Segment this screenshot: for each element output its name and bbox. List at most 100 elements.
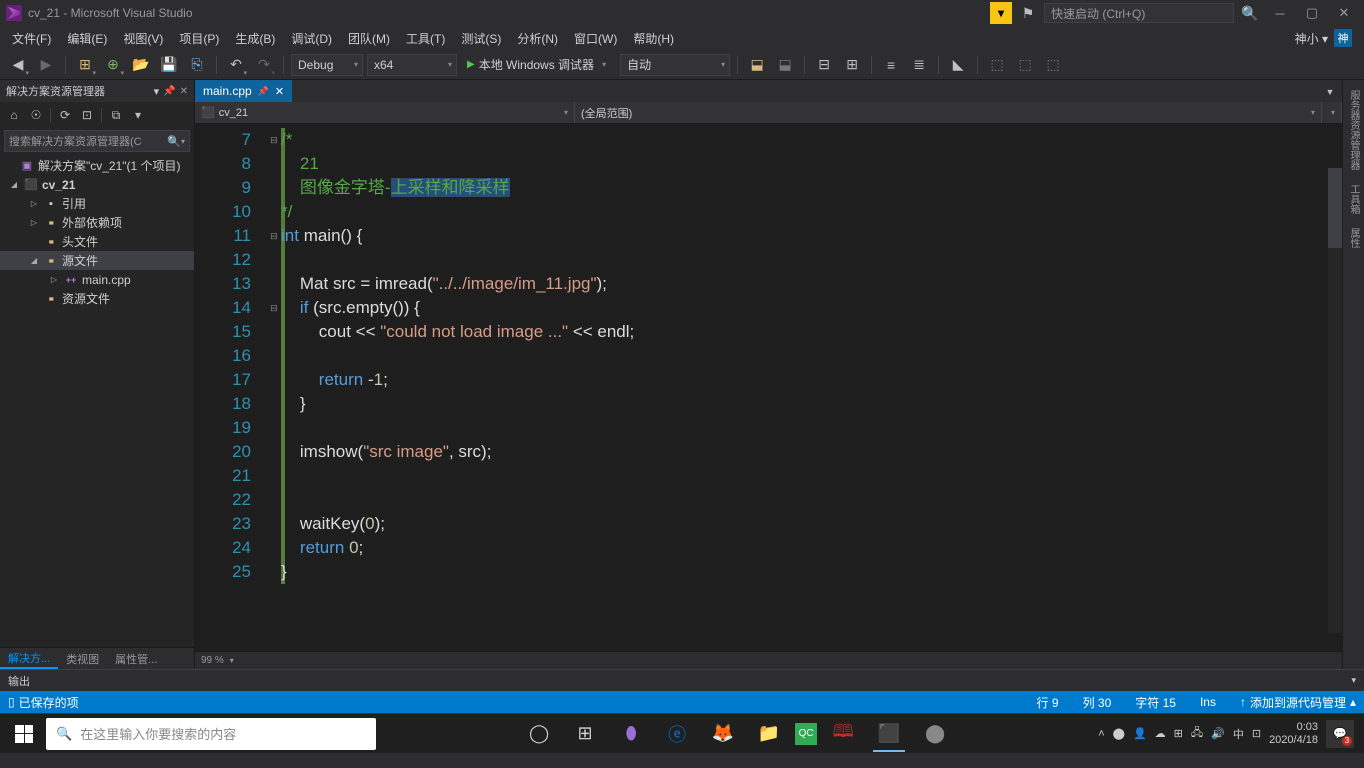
firefox-icon[interactable]: 🦊 (703, 716, 743, 752)
platform-select[interactable]: x64 (367, 54, 457, 76)
menu-调试(D)[interactable]: 调试(D) (283, 30, 340, 48)
start-button[interactable] (4, 716, 44, 752)
tray-icon-4[interactable]: ⊞ (1174, 727, 1183, 740)
open-file-button[interactable]: 📂 (129, 53, 153, 77)
nav-scope-select[interactable]: ⬛cv_21 (195, 102, 575, 123)
edge-icon[interactable]: ⓔ (657, 716, 697, 752)
tree-project[interactable]: ◢⬛cv_21 (0, 175, 194, 194)
tab-close-icon[interactable]: ✕ (275, 85, 284, 98)
system-tray[interactable]: ˄ ⬤ 👤 ☁ ⊞ 🖧 🔊 中 ⊡ 0:032020/4/18 💬 (1098, 720, 1360, 748)
tb-icon-6[interactable]: ≣ (907, 53, 931, 77)
tray-icon-2[interactable]: 👤 (1133, 727, 1147, 740)
tray-ime[interactable]: 中 (1233, 726, 1244, 742)
menu-工具(T)[interactable]: 工具(T) (398, 30, 453, 48)
tree-sources[interactable]: ◢源文件 (0, 251, 194, 270)
zoom-select[interactable]: 99 % (201, 655, 224, 666)
cortana-icon[interactable]: ◯ (519, 716, 559, 752)
tray-network-icon[interactable]: 🖧 (1191, 724, 1203, 743)
pt-icon-4[interactable]: ⊡ (77, 105, 97, 125)
pt-icon-5[interactable]: ⧉ (106, 105, 126, 125)
nav-forward-button[interactable]: ▶ (34, 53, 58, 77)
panel-tab-class[interactable]: 类视图 (58, 648, 107, 669)
app-icon-2[interactable]: 🕮 (823, 716, 863, 752)
save-all-button[interactable]: ⎘ (185, 53, 209, 77)
restore-button[interactable]: ▢ (1298, 2, 1326, 24)
flag-icon[interactable]: ⚑ (1016, 1, 1040, 25)
new-project-button[interactable]: ⊞ (73, 53, 97, 77)
tb-icon-1[interactable]: ⬓ (745, 53, 769, 77)
tb-icon-7[interactable]: ⬚ (985, 53, 1009, 77)
user-badge[interactable]: 神 (1334, 29, 1352, 47)
nav-member-select[interactable]: (全局范围) (575, 102, 1322, 123)
obs-icon[interactable]: ⬤ (915, 716, 955, 752)
status-scm[interactable]: ↑ 添加到源代码管理 ▴ (1240, 694, 1356, 711)
solution-tree[interactable]: ▣解决方案"cv_21"(1 个项目) ◢⬛cv_21 ▷▪引用 ▷外部依赖项 … (0, 154, 194, 647)
fold-strip[interactable]: ⊟⊟⊟ (267, 124, 281, 651)
tb-icon-8[interactable]: ⬚ (1013, 53, 1037, 77)
nav-split-button[interactable] (1322, 102, 1342, 123)
panel-tab-props[interactable]: 属性管... (107, 648, 165, 669)
vtab-toolbox[interactable]: 工具箱 (1344, 178, 1363, 220)
tabs-dropdown-icon[interactable]: ▼ (1318, 80, 1342, 104)
tb-icon-3[interactable]: ⊟ (812, 53, 836, 77)
visualstudio-icon[interactable]: ⬛ (869, 716, 909, 752)
quick-launch-input[interactable]: 快速启动 (Ctrl+Q) (1044, 3, 1234, 23)
code-editor[interactable]: 78910111213141516171819202122232425 ⊟⊟⊟ … (195, 124, 1342, 651)
menu-帮助(H)[interactable]: 帮助(H) (625, 30, 682, 48)
tb-icon-4[interactable]: ⊞ (840, 53, 864, 77)
tb-icon-9[interactable]: ⬚ (1041, 53, 1065, 77)
action-center-icon[interactable]: 💬 (1326, 720, 1354, 748)
bookmark-icon[interactable]: ◣ (946, 53, 970, 77)
redo-button[interactable]: ↷ (252, 53, 276, 77)
menu-视图(V)[interactable]: 视图(V) (115, 30, 171, 48)
tray-icon-1[interactable]: ⬤ (1113, 727, 1125, 740)
menu-窗口(W)[interactable]: 窗口(W) (566, 30, 625, 48)
vtab-server[interactable]: 服务器资源管理器 (1344, 84, 1363, 176)
nav-back-button[interactable]: ◀ (6, 53, 30, 77)
app-qc-icon[interactable]: QC (795, 723, 817, 745)
tree-ext[interactable]: ▷外部依赖项 (0, 213, 194, 232)
solution-search-input[interactable]: 搜索解决方案资源管理器(C🔍▾ (4, 130, 190, 152)
panel-menu-icon[interactable]: ▾ (154, 85, 160, 98)
notification-icon[interactable]: ▾ (990, 2, 1012, 24)
panel-close-icon[interactable]: ✕ (180, 86, 188, 97)
taskbar-clock[interactable]: 0:032020/4/18 (1269, 721, 1318, 747)
pt-icon-2[interactable]: ☉ (26, 105, 46, 125)
tree-headers[interactable]: 头文件 (0, 232, 194, 251)
pin-icon[interactable]: 📌 (163, 86, 175, 97)
menu-测试(S)[interactable]: 测试(S) (453, 30, 509, 48)
vtab-props[interactable]: 属性 (1344, 222, 1363, 254)
minimize-button[interactable]: ─ (1266, 2, 1294, 24)
undo-button[interactable]: ↶ (224, 53, 248, 77)
tray-volume-icon[interactable]: 🔊 (1211, 727, 1225, 740)
tree-refs[interactable]: ▷▪引用 (0, 194, 194, 213)
pt-home-icon[interactable]: ⌂ (4, 105, 24, 125)
tb-icon-5[interactable]: ≡ (879, 53, 903, 77)
menu-分析(N)[interactable]: 分析(N) (509, 30, 566, 48)
tray-icon-3[interactable]: ☁ (1155, 727, 1166, 740)
menu-文件(F)[interactable]: 文件(F) (4, 30, 59, 48)
app-icon-1[interactable]: ⬮ (611, 716, 651, 752)
pt-icon-6[interactable]: ▾ (128, 105, 148, 125)
taskview-icon[interactable]: ⊞ (565, 716, 605, 752)
menu-团队(M)[interactable]: 团队(M) (340, 30, 398, 48)
menu-编辑(E)[interactable]: 编辑(E) (59, 30, 115, 48)
tab-pin-icon[interactable]: 📌 (258, 86, 269, 97)
tray-keyboard-icon[interactable]: ⊡ (1252, 727, 1261, 740)
add-item-button[interactable]: ⊕ (101, 53, 125, 77)
start-debug-button[interactable]: ▶本地 Windows 调试器▾ (461, 54, 616, 76)
panel-tab-solution[interactable]: 解决方... (0, 648, 58, 669)
tree-resources[interactable]: 资源文件 (0, 289, 194, 308)
menu-生成(B)[interactable]: 生成(B) (227, 30, 283, 48)
tray-chevron-icon[interactable]: ˄ (1098, 728, 1104, 740)
search-icon[interactable]: 🔍 (1238, 1, 1262, 25)
tree-maincpp[interactable]: ▷++main.cpp (0, 270, 194, 289)
auto-select[interactable]: 自动 (620, 54, 730, 76)
doc-tab-maincpp[interactable]: main.cpp📌✕ (195, 80, 292, 102)
close-button[interactable]: ✕ (1330, 2, 1358, 24)
explorer-icon[interactable]: 📁 (749, 716, 789, 752)
tree-solution[interactable]: ▣解决方案"cv_21"(1 个项目) (0, 156, 194, 175)
taskbar-search-input[interactable]: 🔍在这里输入你要搜索的内容 (46, 718, 376, 750)
minimap-scrollbar[interactable] (1328, 168, 1342, 633)
code-body[interactable]: /* 21 图像金字塔-上采样和降采样*/int main() { Mat sr… (281, 124, 1342, 651)
